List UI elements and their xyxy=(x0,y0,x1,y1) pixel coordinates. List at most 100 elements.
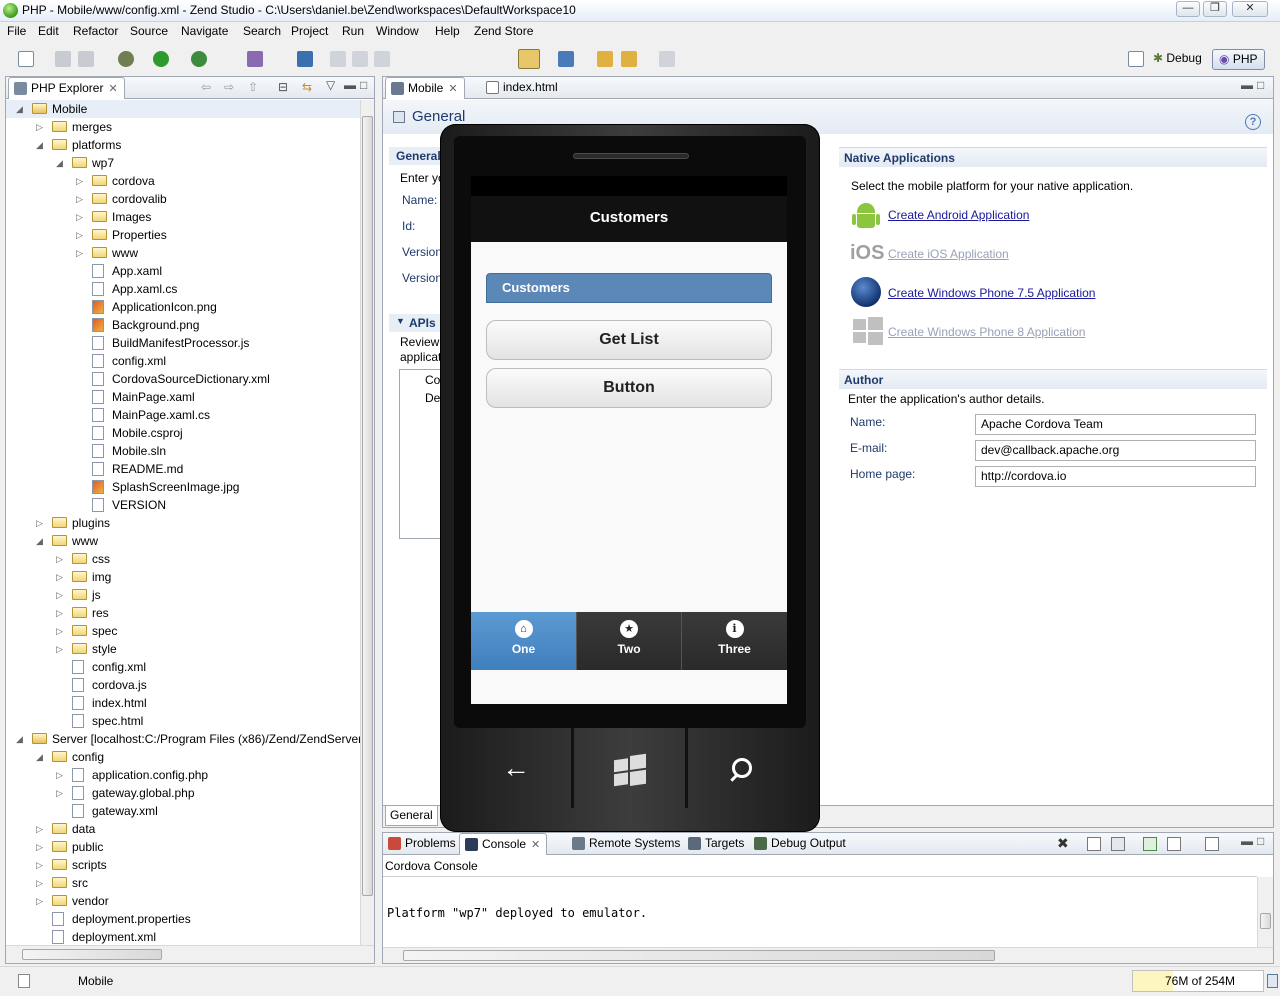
tree-item[interactable]: ▷ Properties xyxy=(6,226,360,244)
tree-item[interactable]: ◢ Mobile xyxy=(6,100,360,118)
tree-item[interactable]: ◢ Server [localhost:C:/Program Files (x86… xyxy=(6,730,360,748)
clear-console-icon[interactable] xyxy=(1087,837,1101,851)
menu-edit[interactable]: Edit xyxy=(38,24,59,38)
link-editor-icon[interactable]: ⇆ xyxy=(302,80,312,94)
tree-item[interactable]: ▷ cordovalib xyxy=(6,190,360,208)
save-all-icon[interactable] xyxy=(78,51,94,67)
menu-source[interactable]: Source xyxy=(130,24,168,38)
close-icon[interactable]: ✕ xyxy=(531,839,540,851)
menu-run[interactable]: Run xyxy=(342,24,364,38)
open-perspective-button[interactable] xyxy=(1128,51,1144,67)
tree-item[interactable]: Mobile.csproj xyxy=(6,424,360,442)
menu-project[interactable]: Project xyxy=(291,24,328,38)
display-console-icon[interactable] xyxy=(1167,837,1181,851)
tree-item[interactable]: ▷ style xyxy=(6,640,360,658)
tree-item[interactable]: BuildManifestProcessor.js xyxy=(6,334,360,352)
tree-item[interactable]: deployment.xml xyxy=(6,928,360,945)
tab-targets[interactable]: Targets xyxy=(683,833,750,855)
collapsed-arrow-icon[interactable]: ▷ xyxy=(36,874,46,892)
collapsed-arrow-icon[interactable]: ▷ xyxy=(56,604,66,622)
tree-item[interactable]: App.xaml.cs xyxy=(6,280,360,298)
tab-php-explorer[interactable]: PHP Explorer ✕ xyxy=(8,77,125,99)
collapsed-arrow-icon[interactable]: ▷ xyxy=(56,784,66,802)
suspend-icon[interactable] xyxy=(352,51,368,67)
collapsed-arrow-icon[interactable]: ▷ xyxy=(76,226,86,244)
minimize-view-icon[interactable]: ▬ xyxy=(1241,78,1253,92)
tree-item[interactable]: Background.png xyxy=(6,316,360,334)
collapsed-arrow-icon[interactable]: ▷ xyxy=(76,172,86,190)
tree-item[interactable]: MainPage.xaml.cs xyxy=(6,406,360,424)
view-menu-icon[interactable]: ▽ xyxy=(326,78,335,92)
menu-window[interactable]: Window xyxy=(376,24,419,38)
tab-general[interactable]: General xyxy=(385,806,438,826)
tree-item[interactable]: ▷ cordova xyxy=(6,172,360,190)
tree-item[interactable]: ▷ plugins xyxy=(6,514,360,532)
collapse-all-icon[interactable]: ⊟ xyxy=(278,80,288,94)
tree-item[interactable]: ◢ wp7 xyxy=(6,154,360,172)
tree-item[interactable]: CordovaSourceDictionary.xml xyxy=(6,370,360,388)
collapsed-arrow-icon[interactable]: ▷ xyxy=(36,856,46,874)
close-icon[interactable]: ✕ xyxy=(448,83,457,95)
minimize-view-icon[interactable]: ▬ xyxy=(1241,834,1253,848)
menu-zend-store[interactable]: Zend Store xyxy=(474,24,533,38)
maximize-view-icon[interactable]: □ xyxy=(360,78,367,92)
forward-nav-icon[interactable]: ⇨ xyxy=(224,80,234,94)
tree-item[interactable]: ▷ scripts xyxy=(6,856,360,874)
help-icon[interactable]: ? xyxy=(1245,114,1261,130)
profile-icon[interactable] xyxy=(247,51,263,67)
console-hscroll-thumb[interactable] xyxy=(403,950,995,961)
nav-three[interactable]: i Three xyxy=(681,612,787,670)
collapsed-arrow-icon[interactable]: ▷ xyxy=(76,244,86,262)
collapsed-arrow-icon[interactable]: ▷ xyxy=(56,622,66,640)
author-name-field[interactable]: Apache Cordova Team xyxy=(975,414,1256,435)
create-wp75-link[interactable]: Create Windows Phone 7.5 Application xyxy=(888,286,1095,300)
generic-button[interactable]: Button xyxy=(486,368,772,408)
collapsed-arrow-icon[interactable]: ▷ xyxy=(36,838,46,856)
nav-one[interactable]: ⌂ One xyxy=(471,612,576,670)
tree-item[interactable]: ▷ Images xyxy=(6,208,360,226)
menu-navigate[interactable]: Navigate xyxy=(181,24,228,38)
explorer-vscrollbar[interactable] xyxy=(360,100,374,945)
tab-console[interactable]: Console ✕ xyxy=(459,833,548,855)
tree-item[interactable]: ▷ spec xyxy=(6,622,360,640)
collapsed-arrow-icon[interactable]: ▷ xyxy=(36,892,46,910)
maximize-view-icon[interactable]: □ xyxy=(1257,834,1264,848)
remove-launch-icon[interactable]: ✖ xyxy=(1057,835,1069,852)
close-window-button[interactable]: ✕ xyxy=(1232,1,1268,17)
hw-windows-icon[interactable] xyxy=(614,753,646,787)
collapsed-arrow-icon[interactable]: ▷ xyxy=(36,820,46,838)
back-icon[interactable] xyxy=(621,51,637,67)
expanded-arrow-icon[interactable]: ◢ xyxy=(56,154,66,172)
collapsed-arrow-icon[interactable]: ▷ xyxy=(56,550,66,568)
garbage-collect-icon[interactable] xyxy=(1267,974,1278,988)
nav-two[interactable]: ★ Two xyxy=(576,612,681,670)
menu-help[interactable]: Help xyxy=(435,24,460,38)
close-icon[interactable]: ✕ xyxy=(108,83,117,95)
tree-item[interactable]: MainPage.xaml xyxy=(6,388,360,406)
menu-refactor[interactable]: Refactor xyxy=(73,24,118,38)
api-item[interactable]: Co xyxy=(425,373,440,387)
tree-item[interactable]: cordova.js xyxy=(6,676,360,694)
tab-mobile[interactable]: Mobile ✕ xyxy=(385,77,465,99)
pin-console-icon[interactable] xyxy=(1143,837,1157,851)
minimize-view-icon[interactable]: ▬ xyxy=(344,78,356,92)
save-icon[interactable] xyxy=(55,51,71,67)
tree-item[interactable]: ▷ vendor xyxy=(6,892,360,910)
collapsed-arrow-icon[interactable]: ▷ xyxy=(56,568,66,586)
collapsed-arrow-icon[interactable]: ▷ xyxy=(56,766,66,784)
minimize-button[interactable]: — xyxy=(1176,1,1200,17)
tree-item[interactable]: ▷ img xyxy=(6,568,360,586)
up-nav-icon[interactable]: ⇧ xyxy=(248,80,258,94)
fast-view-icon[interactable] xyxy=(18,974,30,988)
tree-item[interactable]: ▷ res xyxy=(6,604,360,622)
collapsed-arrow-icon[interactable]: ▷ xyxy=(56,586,66,604)
new-icon[interactable] xyxy=(18,51,34,67)
tree-item[interactable]: VERSION xyxy=(6,496,360,514)
run-icon[interactable] xyxy=(153,51,169,67)
menu-file[interactable]: File xyxy=(7,24,26,38)
author-homepage-field[interactable]: http://cordova.io xyxy=(975,466,1256,487)
explorer-vscroll-thumb[interactable] xyxy=(362,116,373,896)
expanded-arrow-icon[interactable]: ◢ xyxy=(36,532,46,550)
menu-search[interactable]: Search xyxy=(243,24,281,38)
tree-item[interactable]: gateway.xml xyxy=(6,802,360,820)
